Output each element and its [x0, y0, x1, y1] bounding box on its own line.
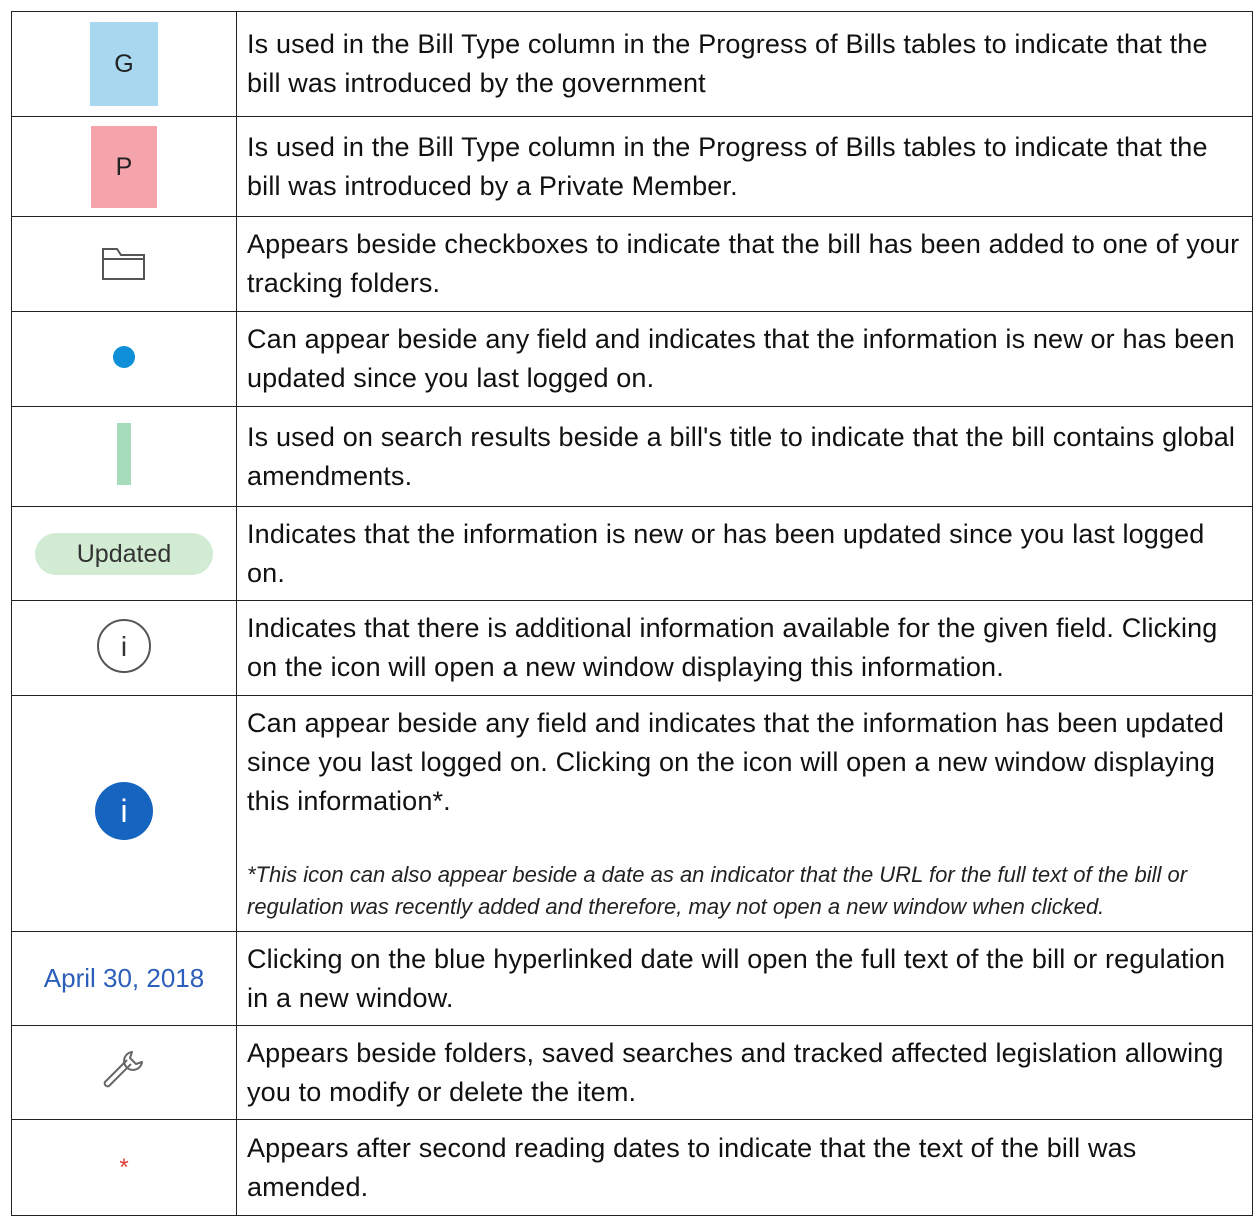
table-row: Appears beside folders, saved searches a…: [11, 1025, 1253, 1120]
row-description: Is used in the Bill Type column in the P…: [236, 116, 1253, 217]
asterisk-icon: *: [119, 1153, 129, 1181]
row-description: Appears beside folders, saved searches a…: [236, 1025, 1253, 1120]
row-description: Appears beside checkboxes to indicate th…: [236, 216, 1253, 312]
row-description: Indicates that the information is new or…: [236, 506, 1253, 601]
wrench-icon[interactable]: [102, 1048, 146, 1092]
private-member-bill-badge: P: [91, 125, 157, 208]
row-description: Clicking on the blue hyperlinked date wi…: [236, 931, 1253, 1026]
table-row: i Can appear beside any field and indica…: [11, 695, 1253, 932]
folder-icon: [101, 242, 147, 282]
info-filled-icon[interactable]: i: [94, 781, 154, 841]
row-description: Appears after second reading dates to in…: [236, 1119, 1253, 1216]
row-description: Is used in the Bill Type column in the P…: [236, 11, 1253, 117]
table-row: * Appears after second reading dates to …: [11, 1119, 1253, 1216]
table-row: Updated Indicates that the information i…: [11, 506, 1253, 601]
icon-legend-table: G Is used in the Bill Type column in the…: [11, 11, 1253, 1216]
government-bill-badge: G: [90, 22, 158, 106]
row-footnote: *This icon can also appear beside a date…: [247, 862, 1188, 919]
row-description: Can appear beside any field and indicate…: [247, 708, 1225, 816]
row-description: Can appear beside any field and indicate…: [236, 311, 1253, 407]
table-row: Is used on search results beside a bill'…: [11, 406, 1253, 507]
blue-dot-icon: [113, 345, 135, 368]
table-row: i Indicates that there is additional inf…: [11, 600, 1253, 696]
table-row: P Is used in the Bill Type column in the…: [11, 116, 1253, 217]
table-row: G Is used in the Bill Type column in the…: [11, 11, 1253, 117]
updated-badge: Updated: [35, 532, 213, 575]
green-bar-icon: [117, 423, 131, 485]
table-row: Appears beside checkboxes to indicate th…: [11, 216, 1253, 312]
info-glyph: i: [121, 631, 127, 662]
info-glyph: i: [120, 793, 127, 829]
row-description: Indicates that there is additional infor…: [236, 600, 1253, 696]
table-row: April 30, 2018 Clicking on the blue hype…: [11, 931, 1253, 1026]
table-row: Can appear beside any field and indicate…: [11, 311, 1253, 407]
row-description: Is used on search results beside a bill'…: [236, 406, 1253, 507]
info-outline-icon[interactable]: i: [95, 617, 153, 675]
date-hyperlink[interactable]: April 30, 2018: [44, 963, 204, 993]
